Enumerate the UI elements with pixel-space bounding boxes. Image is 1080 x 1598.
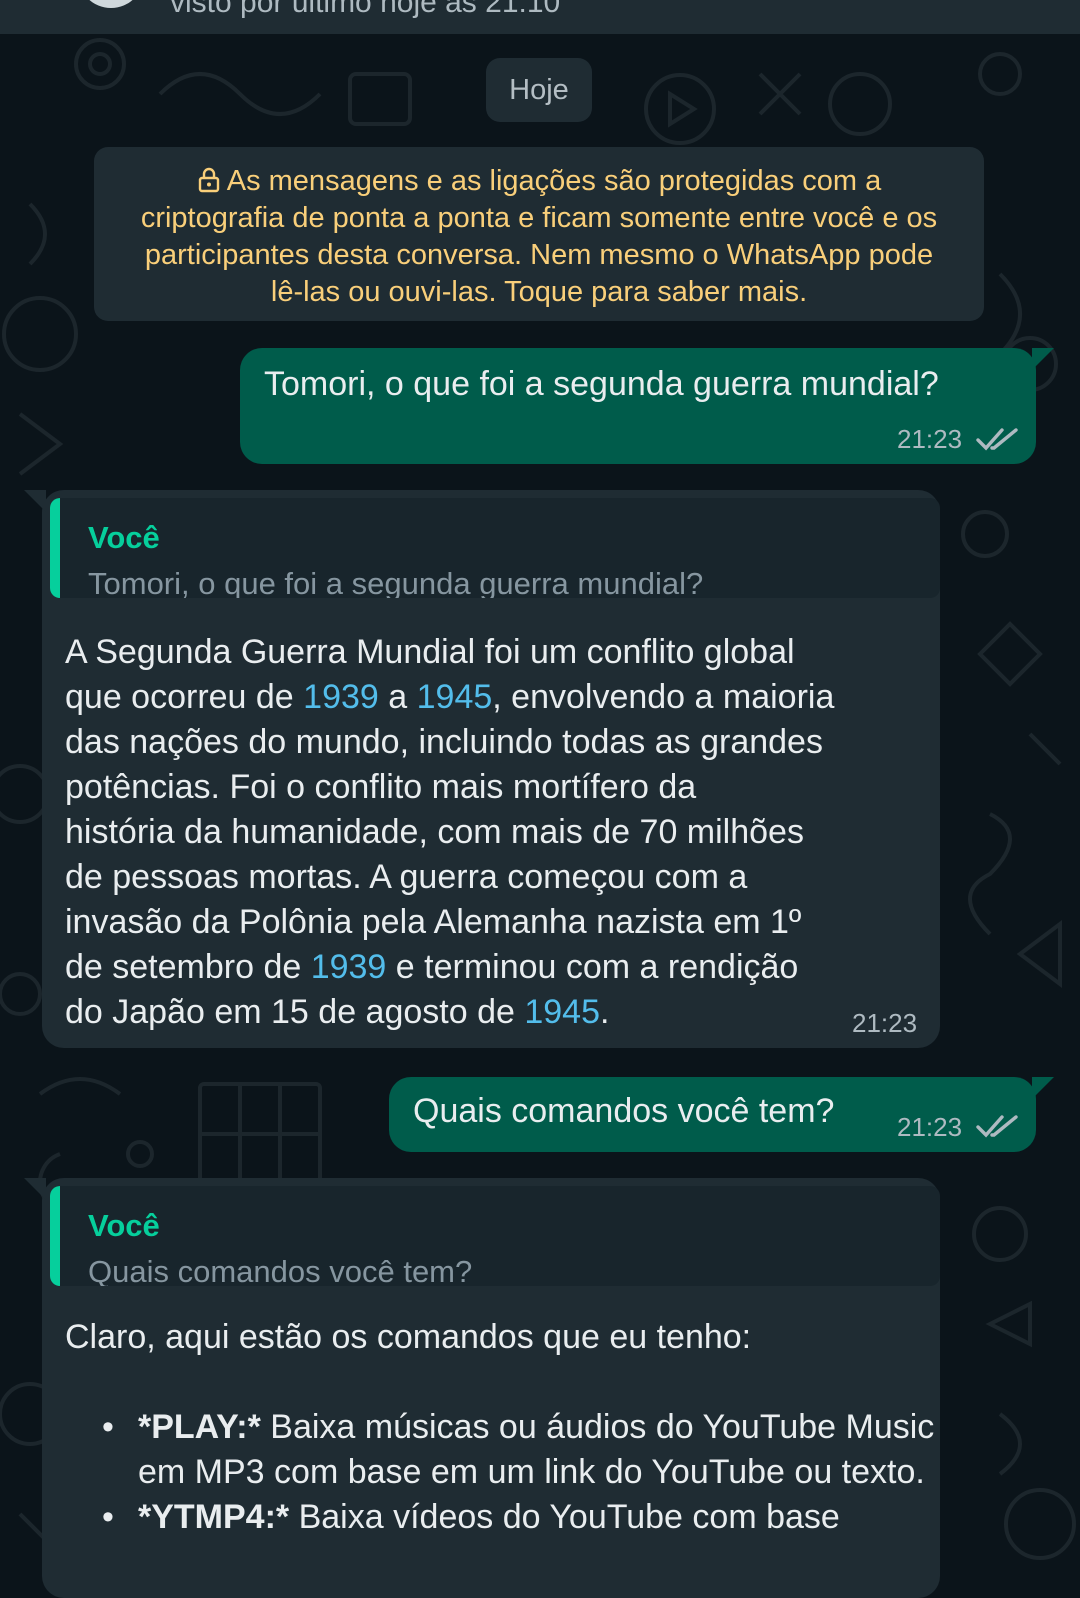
message-text-segment: de setembro de <box>65 948 311 986</box>
bubble-tail <box>24 490 46 512</box>
message-line: que ocorreu de 1939 a 1945, envolvendo a… <box>65 675 834 720</box>
outgoing-message[interactable]: Quais comandos você tem? 21:23 <box>389 1077 1054 1152</box>
double-check-icon <box>976 428 1018 451</box>
double-check-icon <box>976 1115 1018 1138</box>
bubble-tail <box>1032 348 1054 370</box>
message-text-segment: do Japão em 15 de agosto de <box>65 993 525 1031</box>
message-text: Tomori, o que foi a segunda guerra mundi… <box>264 365 939 403</box>
message-text-segment: que ocorreu de <box>65 678 304 716</box>
command-item: *PLAY:* Baixa músicas ou áudios do YouTu… <box>102 1405 938 1495</box>
message-text-segment: das nações do mundo, incluindo todas as … <box>65 723 823 761</box>
message-line: de setembro de 1939 e terminou com a ren… <box>65 945 834 990</box>
quoted-message[interactable]: Você Tomori, o que foi a segunda guerra … <box>50 498 940 598</box>
incoming-message[interactable]: Você Tomori, o que foi a segunda guerra … <box>24 490 940 1048</box>
last-seen-status: visto por último hoje às 21:10 <box>170 0 561 19</box>
year-link[interactable]: 1945 <box>524 993 600 1031</box>
year-link[interactable]: 1945 <box>417 678 493 716</box>
message-text-segment: e terminou com a rendição <box>386 948 799 986</box>
message-text-segment: potências. Foi o conflito mais mortífero… <box>65 768 697 806</box>
command-list: *PLAY:* Baixa músicas ou áudios do YouTu… <box>102 1405 938 1540</box>
message-line: história da humanidade, com mais de 70 m… <box>65 810 834 855</box>
quote-accent-bar <box>50 498 60 598</box>
year-link[interactable]: 1939 <box>311 948 387 986</box>
quote-author: Você <box>88 1208 160 1243</box>
message-text-segment: a <box>378 678 417 716</box>
incoming-message[interactable]: Você Quais comandos você tem? Claro, aqu… <box>24 1178 940 1598</box>
message-line: das nações do mundo, incluindo todas as … <box>65 720 834 765</box>
message-text-segment: invasão da Polônia pela Alemanha nazista… <box>65 903 802 941</box>
command-item: *YTMP4:* Baixa vídeos do YouTube com bas… <box>102 1495 938 1540</box>
encryption-text-line: criptografia de ponta a ponta e ficam so… <box>140 202 938 234</box>
command-name: *YTMP4:* <box>138 1498 290 1536</box>
quote-author: Você <box>88 520 160 555</box>
encryption-text-line: lê-las ou ouvi-las. Toque para saber mai… <box>270 276 808 308</box>
message-text-segment: . <box>600 993 610 1031</box>
date-chip: Hoje <box>486 58 592 122</box>
message-line: de pessoas mortas. A guerra começou com … <box>65 855 834 900</box>
message-body: A Segunda Guerra Mundial foi um conflito… <box>65 630 834 1035</box>
quote-text: Quais comandos você tem? <box>88 1254 473 1286</box>
encryption-text-line: As mensagens e as ligações são protegida… <box>226 165 882 197</box>
encryption-text-line: participantes desta conversa. Nem mesmo … <box>144 239 934 271</box>
command-description: Baixa vídeos do YouTube com base <box>289 1498 840 1536</box>
message-line: A Segunda Guerra Mundial foi um conflito… <box>65 630 834 675</box>
lock-icon <box>198 167 219 193</box>
message-time: 21:23 <box>852 1008 918 1038</box>
quote-text: Tomori, o que foi a segunda guerra mundi… <box>88 566 704 598</box>
bubble-tail <box>1032 1077 1054 1099</box>
message-line: potências. Foi o conflito mais mortífero… <box>65 765 834 810</box>
message-text: Quais comandos você tem? <box>413 1092 835 1130</box>
command-name: *PLAY:* <box>138 1408 261 1446</box>
message-text-segment: história da humanidade, com mais de 70 m… <box>65 813 804 851</box>
message-text-segment: , envolvendo a maioria <box>492 678 835 716</box>
message-intro: Claro, aqui estão os comandos que eu ten… <box>65 1318 752 1356</box>
bubble-tail <box>24 1178 46 1200</box>
message-time: 21:23 <box>897 424 963 454</box>
chat-header[interactable]: visto por último hoje às 21:10 <box>0 0 1080 34</box>
quoted-message[interactable]: Você Quais comandos você tem? <box>50 1186 940 1286</box>
message-line: invasão da Polônia pela Alemanha nazista… <box>65 900 834 945</box>
message-text-segment: A Segunda Guerra Mundial foi um conflito… <box>65 633 795 671</box>
message-text-segment: de pessoas mortas. A guerra começou com … <box>65 858 748 896</box>
contact-avatar[interactable] <box>78 0 144 8</box>
encryption-line-1: As mensagens e as ligações são protegida… <box>114 163 964 200</box>
outgoing-message[interactable]: Tomori, o que foi a segunda guerra mundi… <box>240 348 1054 464</box>
quote-accent-bar <box>50 1186 60 1286</box>
message-line: do Japão em 15 de agosto de 1945. <box>65 990 834 1035</box>
message-time: 21:23 <box>897 1112 963 1142</box>
year-link[interactable]: 1939 <box>303 678 379 716</box>
encryption-notice[interactable]: As mensagens e as ligações são protegida… <box>94 147 984 321</box>
